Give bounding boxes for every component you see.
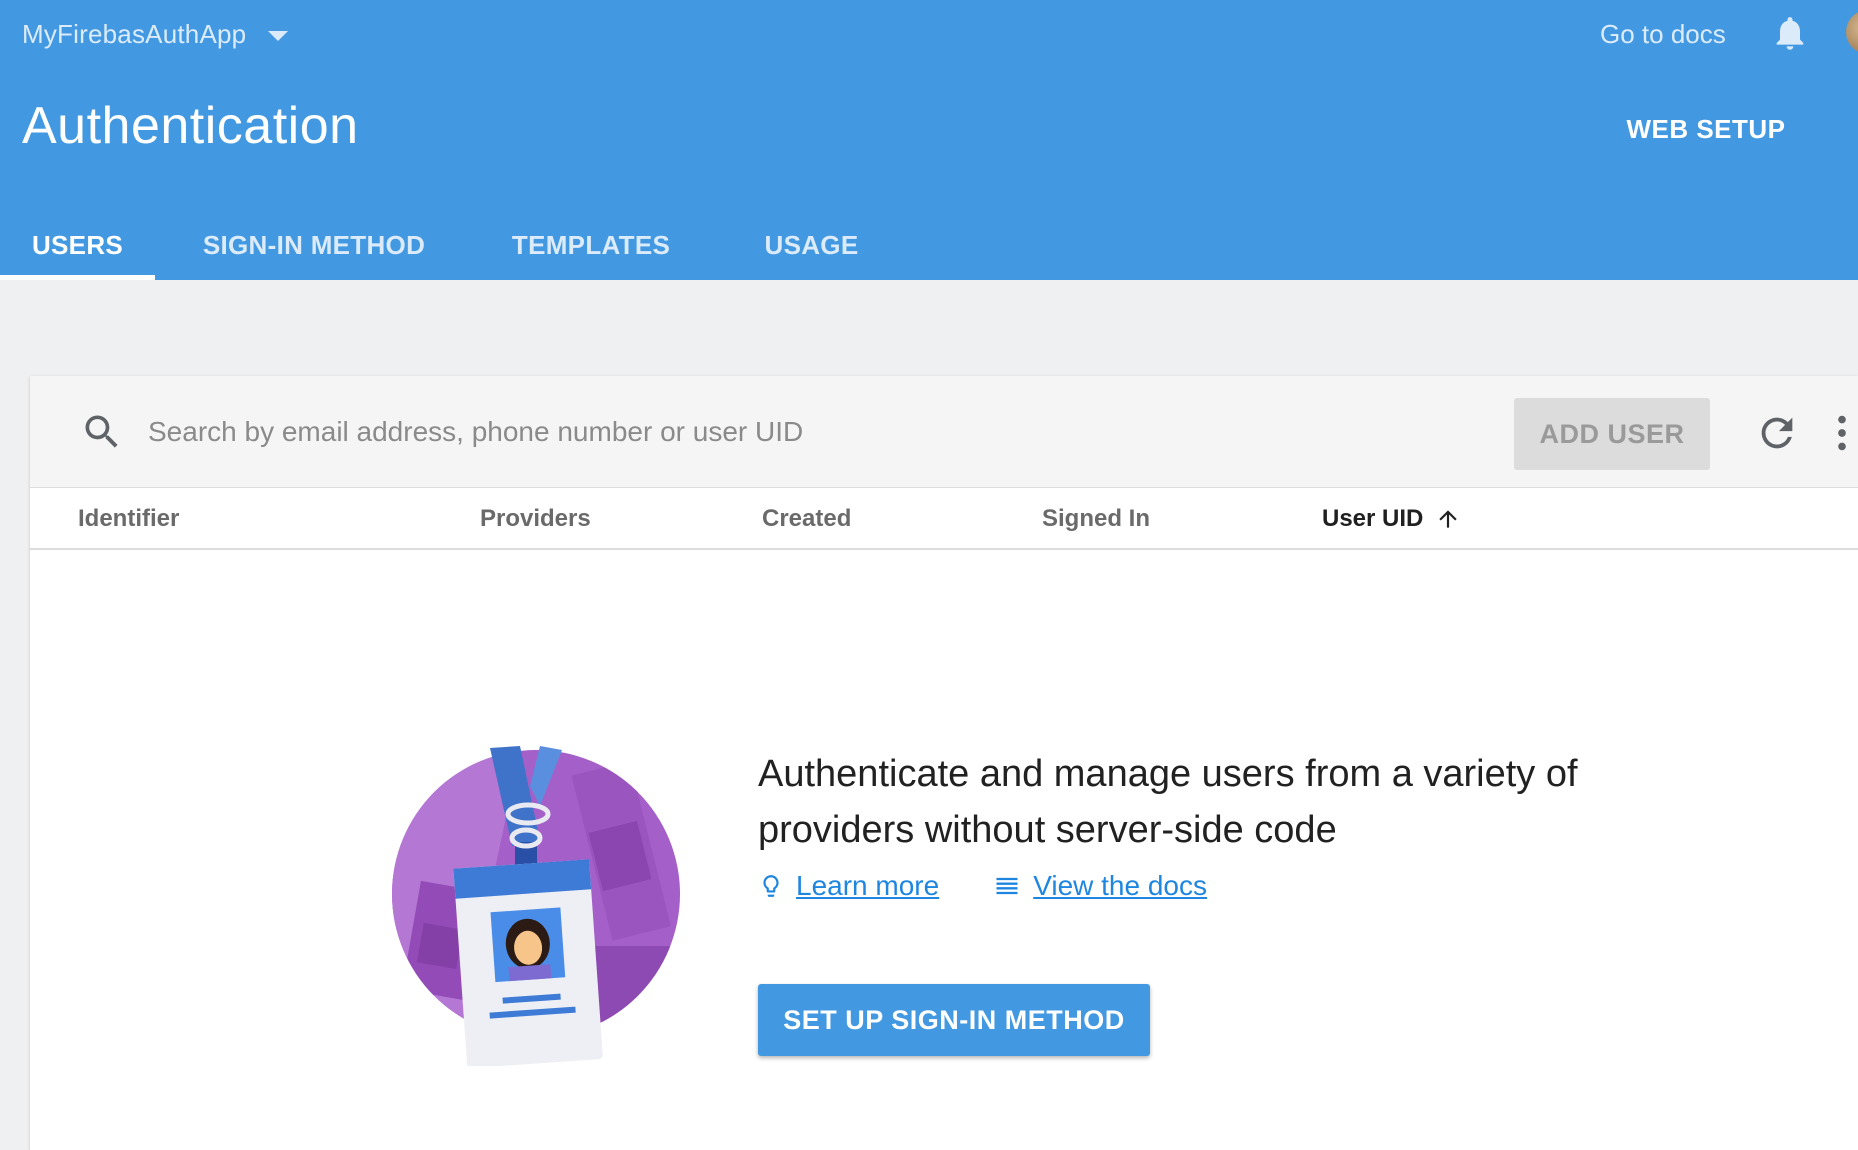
users-card: ADD USER Identifier Providers Created Si…: [30, 376, 1858, 1150]
refresh-icon[interactable]: [1754, 410, 1800, 456]
view-docs-link[interactable]: View the docs: [993, 870, 1207, 902]
empty-state-headline: Authenticate and manage users from a var…: [758, 753, 1578, 851]
tab-templates[interactable]: TEMPLATES: [473, 210, 709, 280]
page-title: Authentication: [22, 97, 359, 155]
lightbulb-icon: [763, 875, 779, 897]
column-created[interactable]: Created: [762, 488, 851, 550]
view-docs-label: View the docs: [1033, 870, 1207, 901]
chevron-down-icon: [268, 31, 289, 41]
id-badge-illustration: [392, 746, 680, 1066]
tab-users[interactable]: USERS: [0, 210, 155, 280]
add-user-button[interactable]: ADD USER: [1514, 398, 1710, 470]
project-name: MyFirebasAuthApp: [22, 18, 247, 49]
tab-bar: USERS SIGN-IN METHOD TEMPLATES USAGE: [0, 210, 914, 280]
project-switcher[interactable]: MyFirebasAuthApp: [22, 14, 289, 54]
search-input[interactable]: [148, 406, 1448, 458]
learn-more-label: Learn more: [796, 870, 940, 901]
web-setup-button[interactable]: WEB SETUP: [1606, 106, 1806, 152]
learn-more-link[interactable]: Learn more: [758, 870, 939, 902]
users-table-header: Identifier Providers Created Signed In U…: [30, 488, 1858, 550]
empty-state-links: Learn more View the docs: [758, 866, 1261, 906]
column-user-uid[interactable]: User UID: [1322, 488, 1461, 550]
search-icon: [85, 415, 118, 448]
app-header: MyFirebasAuthApp Go to docs Authenticati…: [0, 0, 1858, 280]
docs-list-icon: [996, 877, 1018, 895]
column-signed-in[interactable]: Signed In: [1042, 488, 1150, 550]
users-toolbar: ADD USER: [30, 376, 1858, 488]
tab-usage[interactable]: USAGE: [709, 210, 914, 280]
more-vert-icon[interactable]: [1832, 410, 1852, 456]
go-to-docs-link[interactable]: Go to docs: [1600, 14, 1726, 54]
bell-icon[interactable]: [1770, 12, 1810, 54]
avatar[interactable]: [1846, 10, 1858, 54]
tab-sign-in-method[interactable]: SIGN-IN METHOD: [155, 210, 473, 280]
column-providers[interactable]: Providers: [480, 488, 591, 550]
arrow-up-icon: [1439, 510, 1458, 528]
set-up-sign-in-method-button[interactable]: SET UP SIGN-IN METHOD: [758, 984, 1150, 1056]
column-user-uid-label: User UID: [1322, 505, 1424, 532]
column-identifier[interactable]: Identifier: [78, 488, 179, 550]
